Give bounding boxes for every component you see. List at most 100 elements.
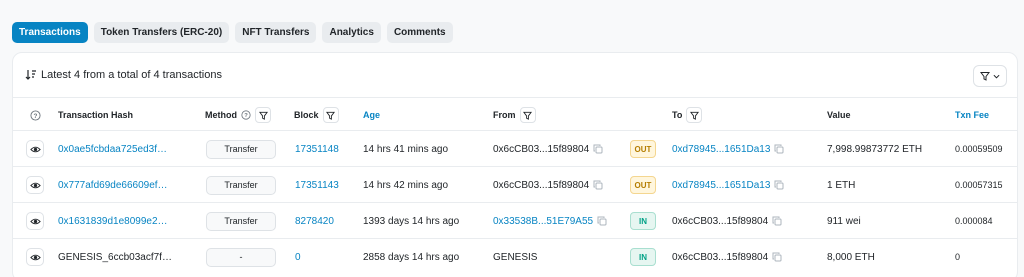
- eye-icon[interactable]: [26, 248, 44, 266]
- tx-hash-link[interactable]: 0x1631839d1e8099e2…: [58, 203, 168, 239]
- col-header-to-label: To: [672, 110, 683, 120]
- svg-text:?: ?: [244, 113, 248, 119]
- block-link[interactable]: 17351143: [295, 167, 339, 203]
- col-header-from-label: From: [493, 110, 516, 120]
- copy-icon[interactable]: [593, 144, 603, 154]
- block-filter-button[interactable]: [322, 107, 339, 123]
- filter-icon: [523, 111, 532, 120]
- col-header-to: To: [672, 98, 703, 132]
- direction-badge: OUT: [630, 140, 656, 158]
- method-cell: -: [206, 239, 276, 275]
- from-cell: GENESIS: [493, 251, 538, 263]
- transactions-card: Latest 4 from a total of 4 transactions …: [12, 52, 1018, 277]
- from-filter-button[interactable]: [519, 107, 536, 123]
- tx-hash-link[interactable]: 0x777afd69de66609ef…: [58, 167, 168, 203]
- from-cell: 0x6cCB03...15f89804: [493, 167, 603, 203]
- tx-hash-link[interactable]: 0x0ae5fcbdaa725ed3f…: [58, 131, 167, 167]
- to-cell: 0x6cCB03...15f89804: [672, 203, 782, 239]
- filter-icon: [258, 111, 268, 120]
- info-col-header: ?: [30, 98, 41, 132]
- age-cell: 2858 days 14 hrs ago: [363, 251, 460, 263]
- direction-cell: IN: [630, 239, 656, 275]
- value-cell: 8,000 ETH: [827, 251, 875, 263]
- method-badge: -: [206, 247, 276, 267]
- age-cell: 14 hrs 41 mins ago: [363, 143, 449, 155]
- col-header-value: Value: [827, 110, 851, 120]
- copy-icon[interactable]: [593, 180, 603, 190]
- value-cell: 7,998.99873772 ETH: [827, 143, 923, 155]
- to-cell: 0xd78945...1651Da13: [672, 167, 784, 203]
- question-icon[interactable]: ?: [241, 110, 251, 120]
- eye-icon[interactable]: [26, 176, 44, 194]
- preview-cell: [26, 167, 44, 203]
- preview-cell: [26, 239, 44, 275]
- method-cell: Transfer: [206, 203, 276, 239]
- tx-hash-text: GENESIS_6ccb03acf7f…: [58, 251, 172, 263]
- col-header-method-label: Method: [205, 110, 237, 120]
- table-row: 0x0ae5fcbdaa725ed3f… Transfer 17351148 1…: [13, 131, 1017, 167]
- filter-icon: [980, 72, 990, 81]
- fee-cell: 0.00059509: [955, 144, 1003, 154]
- tab-nft-transfers[interactable]: NFT Transfers: [235, 22, 317, 43]
- table-row: 0x777afd69de66609ef… Transfer 17351143 1…: [13, 167, 1017, 203]
- table-row: 0x1631839d1e8099e2… Transfer 8278420 139…: [13, 203, 1017, 239]
- age-cell: 1393 days 14 hrs ago: [363, 215, 460, 227]
- from-address: 0x6cCB03...15f89804: [493, 143, 590, 155]
- to-address: 0x6cCB03...15f89804: [672, 215, 769, 227]
- block-link[interactable]: 17351148: [295, 131, 339, 167]
- block-link[interactable]: 0: [295, 239, 301, 275]
- preview-cell: [26, 203, 44, 239]
- tab-analytics[interactable]: Analytics: [322, 22, 381, 43]
- direction-badge: IN: [630, 248, 656, 266]
- col-header-age[interactable]: Age: [363, 98, 380, 132]
- filter-icon: [689, 111, 699, 120]
- tab-comments[interactable]: Comments: [386, 22, 453, 43]
- summary-line: Latest 4 from a total of 4 transactions: [25, 69, 222, 81]
- fee-cell: 0.000084: [955, 216, 993, 226]
- svg-text:?: ?: [34, 112, 38, 119]
- direction-cell: IN: [630, 203, 656, 239]
- from-address: 0x6cCB03...15f89804: [493, 179, 590, 191]
- eye-icon[interactable]: [26, 212, 44, 230]
- filter-icon: [326, 111, 336, 120]
- to-address-link[interactable]: 0xd78945...1651Da13: [672, 144, 770, 155]
- chevron-down-icon: [993, 74, 1000, 79]
- direction-badge: OUT: [630, 176, 656, 194]
- sort-icon: [25, 70, 36, 80]
- method-badge: Transfer: [206, 211, 276, 231]
- copy-icon[interactable]: [597, 216, 607, 226]
- from-cell: 0x6cCB03...15f89804: [493, 131, 603, 167]
- copy-icon[interactable]: [772, 216, 782, 226]
- copy-icon[interactable]: [774, 180, 784, 190]
- summary-text: Latest 4 from a total of 4 transactions: [41, 69, 222, 81]
- tab-transactions[interactable]: Transactions: [12, 22, 88, 43]
- tab-token-transfers[interactable]: Token Transfers (ERC-20): [93, 22, 230, 43]
- direction-cell: OUT: [630, 131, 656, 167]
- col-header-hash: Transaction Hash: [58, 110, 134, 120]
- to-filter-button[interactable]: [686, 107, 703, 123]
- to-cell: 0x6cCB03...15f89804: [672, 239, 782, 275]
- block-link[interactable]: 8278420: [295, 203, 334, 239]
- question-icon[interactable]: ?: [30, 109, 41, 121]
- to-address: 0x6cCB03...15f89804: [672, 251, 769, 263]
- method-cell: Transfer: [206, 167, 276, 203]
- col-header-method: Method ?: [205, 98, 271, 132]
- direction-cell: OUT: [630, 167, 656, 203]
- col-header-from: From: [493, 98, 536, 132]
- method-filter-button[interactable]: [255, 107, 271, 123]
- copy-icon[interactable]: [772, 252, 782, 262]
- col-header-fee[interactable]: Txn Fee: [955, 98, 989, 132]
- col-header-block: Block: [294, 98, 339, 132]
- preview-cell: [26, 131, 44, 167]
- filter-button[interactable]: [973, 65, 1007, 87]
- tab-bar: Transactions Token Transfers (ERC-20) NF…: [12, 22, 453, 43]
- method-badge: Transfer: [206, 139, 276, 159]
- to-address-link[interactable]: 0xd78945...1651Da13: [672, 180, 770, 191]
- from-cell: 0x33538B...51E79A55: [493, 203, 607, 239]
- value-cell: 1 ETH: [827, 179, 856, 191]
- from-address-link[interactable]: 0x33538B...51E79A55: [493, 216, 593, 227]
- eye-icon[interactable]: [26, 140, 44, 158]
- copy-icon[interactable]: [774, 144, 784, 154]
- value-cell: 911 wei: [827, 215, 861, 227]
- method-badge: Transfer: [206, 175, 276, 195]
